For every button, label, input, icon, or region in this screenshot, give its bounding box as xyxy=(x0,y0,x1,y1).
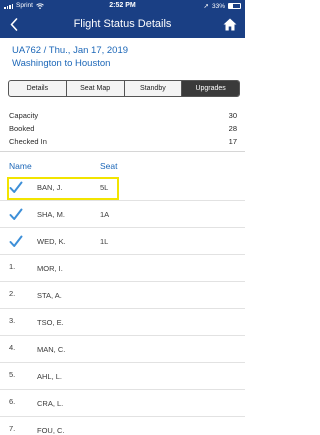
battery-icon xyxy=(228,3,241,9)
passenger-name: FOU, C. xyxy=(37,426,65,435)
flight-number-date: UA762 / Thu., Jan 17, 2019 xyxy=(12,45,129,56)
segmented-tabs: Details Seat Map Standby Upgrades xyxy=(8,80,240,97)
tab-details[interactable]: Details xyxy=(9,81,67,96)
home-icon[interactable] xyxy=(221,15,239,33)
passenger-seat: 1L xyxy=(100,237,109,246)
stat-capacity: Capacity 30 xyxy=(0,109,245,122)
tab-standby[interactable]: Standby xyxy=(125,81,183,96)
passenger-name: WED, K. xyxy=(37,237,66,246)
column-header-seat: Seat xyxy=(100,161,118,171)
list-item[interactable]: 4. MAN, C. xyxy=(0,336,245,363)
rank-number: 1. xyxy=(9,262,16,271)
stat-label: Booked xyxy=(9,124,35,133)
tab-upgrades[interactable]: Upgrades xyxy=(182,81,239,96)
stat-checked-in: Checked In 17 xyxy=(0,135,245,148)
stat-label: Checked In xyxy=(9,137,47,146)
flight-route: Washington to Houston xyxy=(12,58,111,69)
passenger-name: TSO, E. xyxy=(37,318,64,327)
passenger-seat: 1A xyxy=(100,210,110,219)
rank-number: 4. xyxy=(9,343,16,352)
rank-number: 7. xyxy=(9,424,16,433)
passenger-name: STA, A. xyxy=(37,291,62,300)
passenger-name: AHL, L. xyxy=(37,372,63,381)
page-title: Flight Status Details xyxy=(73,18,172,30)
selection-highlight xyxy=(7,177,119,200)
stat-label: Capacity xyxy=(9,111,39,120)
passenger-name: CRA, L. xyxy=(37,399,64,408)
list-item[interactable]: 3. TSO, E. xyxy=(0,309,245,336)
stat-value: 17 xyxy=(228,137,237,146)
status-bar: Sprint 2:52 PM ➚ 33% xyxy=(0,0,245,11)
rank-number: 2. xyxy=(9,289,16,298)
location-icon: ➚ xyxy=(203,3,209,10)
flight-info: UA762 / Thu., Jan 17, 2019 Washington to… xyxy=(12,44,128,70)
stat-value: 28 xyxy=(228,124,237,133)
list-item[interactable]: 7. FOU, C. xyxy=(0,417,245,435)
checkmark-icon xyxy=(9,208,23,222)
stat-value: 30 xyxy=(228,111,237,120)
passenger-name: MOR, I. xyxy=(37,264,63,273)
column-header-name: Name xyxy=(9,161,32,171)
rank-number: 6. xyxy=(9,397,16,406)
tab-seat-map[interactable]: Seat Map xyxy=(67,81,125,96)
checkmark-icon xyxy=(9,235,23,249)
section-divider xyxy=(0,151,245,152)
battery-info: ➚ 33% xyxy=(204,2,241,10)
passenger-name: MAN, C. xyxy=(37,345,66,354)
stat-booked: Booked 28 xyxy=(0,122,245,135)
list-item[interactable]: 1. MOR, I. xyxy=(0,255,245,282)
flight-stats: Capacity 30 Booked 28 Checked In 17 xyxy=(0,109,245,148)
passenger-name: SHA, M. xyxy=(37,210,65,219)
list-item[interactable]: WED, K. 1L xyxy=(0,228,245,255)
list-item[interactable]: 6. CRA, L. xyxy=(0,390,245,417)
list-item[interactable]: 2. STA, A. xyxy=(0,282,245,309)
nav-bar: Flight Status Details xyxy=(0,11,245,38)
list-item[interactable]: SHA, M. 1A xyxy=(0,201,245,228)
battery-percent: 33% xyxy=(211,2,225,10)
rank-number: 3. xyxy=(9,316,16,325)
list-item[interactable]: 5. AHL, L. xyxy=(0,363,245,390)
rank-number: 5. xyxy=(9,370,16,379)
